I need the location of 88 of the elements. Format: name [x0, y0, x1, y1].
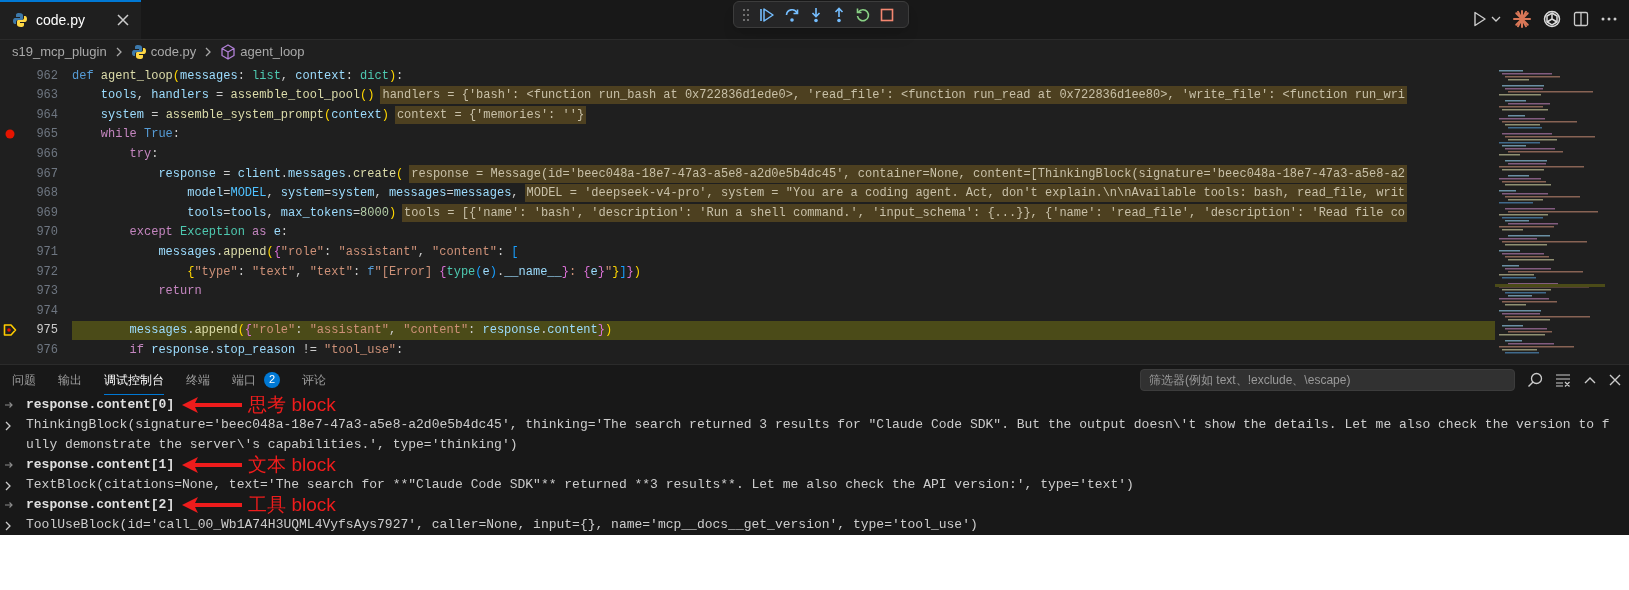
chevron-right-icon [114, 46, 123, 57]
code-line: model=MODEL, system=system, messages=messages, [186, 185, 519, 203]
inline-value-hint: response = Message(id='beec048a-18e7-47a3-a5e8-a2d0e5b4dc45', container=None, content=[ThinkingBlock(signature='beec048a-18e7-47a3-a5e8-a2 [409, 164, 1408, 183]
command-text: response.content[0] [26, 396, 175, 414]
line-number: 972 [35, 263, 58, 281]
annotation-arrow [182, 396, 243, 414]
code-line: def agent_loop(messages: list, context: dict): [72, 67, 404, 85]
breadcrumb-item[interactable]: s19_mcp_plugin [12, 42, 107, 62]
step-out-icon[interactable] [832, 6, 846, 23]
continue-icon[interactable] [759, 6, 775, 23]
console-output: ToolUseBlock(id='call_00_Wb1A74H3UQML4VyfsAys7927', caller=None, input={}, name='mcp__docs__get_version', type='tool_use') [26, 516, 978, 534]
panel-tab[interactable]: 端口 2 [232, 365, 280, 395]
console-output: TextBlock(citations=None, text='The search for **"Claude Code SDK"** returned **3 results**. Let me also check the API version:', type='text') [26, 476, 1134, 494]
line-number: 969 [35, 204, 58, 222]
line-number: 962 [35, 67, 58, 85]
inline-value-hint: MODEL = 'deepseek-v4-pro', system = "You are a coding agent. Act, don't explain.\n\nAvailable tools: bash, read_file, writ [524, 184, 1408, 203]
python-icon [130, 43, 147, 60]
line-number: 975 [35, 322, 58, 340]
code-line: tools, handlers = assemble_tool_pool() [99, 87, 375, 105]
line-number: 968 [35, 185, 58, 203]
line-number: 964 [35, 106, 58, 124]
panel-tab[interactable]: 输出 [58, 365, 82, 395]
arrow-right-icon [4, 460, 14, 470]
panel-tab[interactable]: 终端 [186, 365, 210, 395]
step-over-icon[interactable] [784, 6, 800, 23]
inline-value-hint: handlers = {'bash': <function run_bash at 0x722836d1ede0>, 'read_file': <function run_read at 0x722836d1ee80>, 'write_file': <function run_wri [380, 86, 1408, 105]
console-output: ThinkingBlock(signature='beec048a-18e7-47a3-a5e8-a2d0e5b4dc45', thinking='The search returned 3 results for "Claude Code SDK". But the output doesn\'t show the details. Let me also check the version to fully demonstrate the server\'s capabilities.', type='thinking') [26, 416, 1611, 454]
drag-handle-icon[interactable] [742, 7, 750, 22]
panel-tab[interactable]: 问题 [12, 365, 36, 395]
code-line: return [157, 283, 202, 301]
line-number: 970 [35, 224, 58, 242]
annotation-arrow [182, 456, 243, 474]
code-line: system = assemble_system_prompt(context) [99, 106, 389, 124]
arrow-right-icon [4, 500, 14, 510]
code-line: {"type": "text", "text": f"[Error] {type(e).__name__}: {e}"}]}) [186, 263, 641, 281]
breakpoint-icon[interactable] [5, 129, 15, 140]
line-number: 966 [35, 146, 58, 163]
search-icon[interactable] [1527, 372, 1543, 388]
close-icon[interactable] [117, 14, 130, 27]
chevron-down-icon[interactable] [1491, 15, 1501, 24]
line-number: 976 [35, 341, 58, 359]
command-text: response.content[2] [26, 496, 175, 514]
annotation-label: 文本 block [248, 455, 336, 475]
line-number: 973 [35, 283, 58, 301]
annotation-arrow [182, 496, 243, 514]
code-line: except Exception as e: [128, 224, 289, 242]
line-number: 974 [35, 302, 58, 320]
editor-tab[interactable]: code.py [0, 0, 142, 39]
code-line: if response.stop_reason != "tool_use": [128, 341, 404, 359]
restart-icon[interactable] [855, 6, 871, 23]
code-line: messages.append({"role": "assistant", "content": [ [157, 243, 519, 261]
breadcrumb-item[interactable]: agent_loop [240, 42, 305, 62]
step-into-icon[interactable] [809, 6, 823, 23]
annotation-label: 思考 block [248, 395, 336, 415]
stop-icon[interactable] [880, 7, 894, 22]
chevron-right-icon[interactable] [4, 421, 12, 431]
code-line: messages.append({"role": "assistant", "content": response.content}) [128, 322, 613, 340]
chevron-up-icon[interactable] [1583, 375, 1597, 385]
panel-tab[interactable]: 调试控制台 [104, 365, 164, 395]
panel-tab[interactable]: 评论 [302, 365, 326, 395]
python-icon [12, 12, 28, 29]
run-icon[interactable] [1473, 11, 1487, 28]
line-number: 963 [35, 87, 58, 105]
line-number: 965 [35, 126, 58, 144]
code-line: tools=tools, max_tokens=8000) [186, 204, 397, 222]
code-line: try: [128, 146, 159, 163]
inline-value-hint: context = {'memories': ''} [394, 105, 587, 124]
swirl-icon[interactable] [1543, 10, 1561, 29]
cube-icon [220, 43, 237, 60]
chevron-right-icon [204, 46, 213, 57]
close-icon[interactable] [1609, 374, 1621, 386]
inline-value-hint: tools = [{'name': 'bash', 'description': 'Run a shell command.', 'input_schema': {...}}, {'name': 'read_file', 'description': 'Read file co [402, 203, 1408, 222]
breadcrumb-item[interactable]: code.py [150, 42, 197, 62]
code-line: response = client.messages.create( [157, 165, 404, 183]
clear-console-icon[interactable] [1555, 373, 1571, 387]
line-number: 971 [35, 243, 58, 261]
filter-field[interactable]: 筛选器(例如 text、!exclude、\escape) [1140, 369, 1515, 391]
arrow-right-icon [4, 400, 14, 410]
count-badge: 2 [264, 371, 280, 388]
starburst-icon[interactable] [1513, 10, 1531, 29]
code-line: while True: [99, 126, 181, 144]
chevron-right-icon[interactable] [4, 521, 12, 531]
annotation-label: 工具 block [248, 495, 336, 515]
line-number: 967 [35, 165, 58, 183]
chevron-right-icon[interactable] [4, 481, 12, 491]
more-icon[interactable] [1601, 17, 1617, 22]
split-editor-icon[interactable] [1573, 11, 1589, 28]
command-text: response.content[1] [26, 456, 175, 474]
